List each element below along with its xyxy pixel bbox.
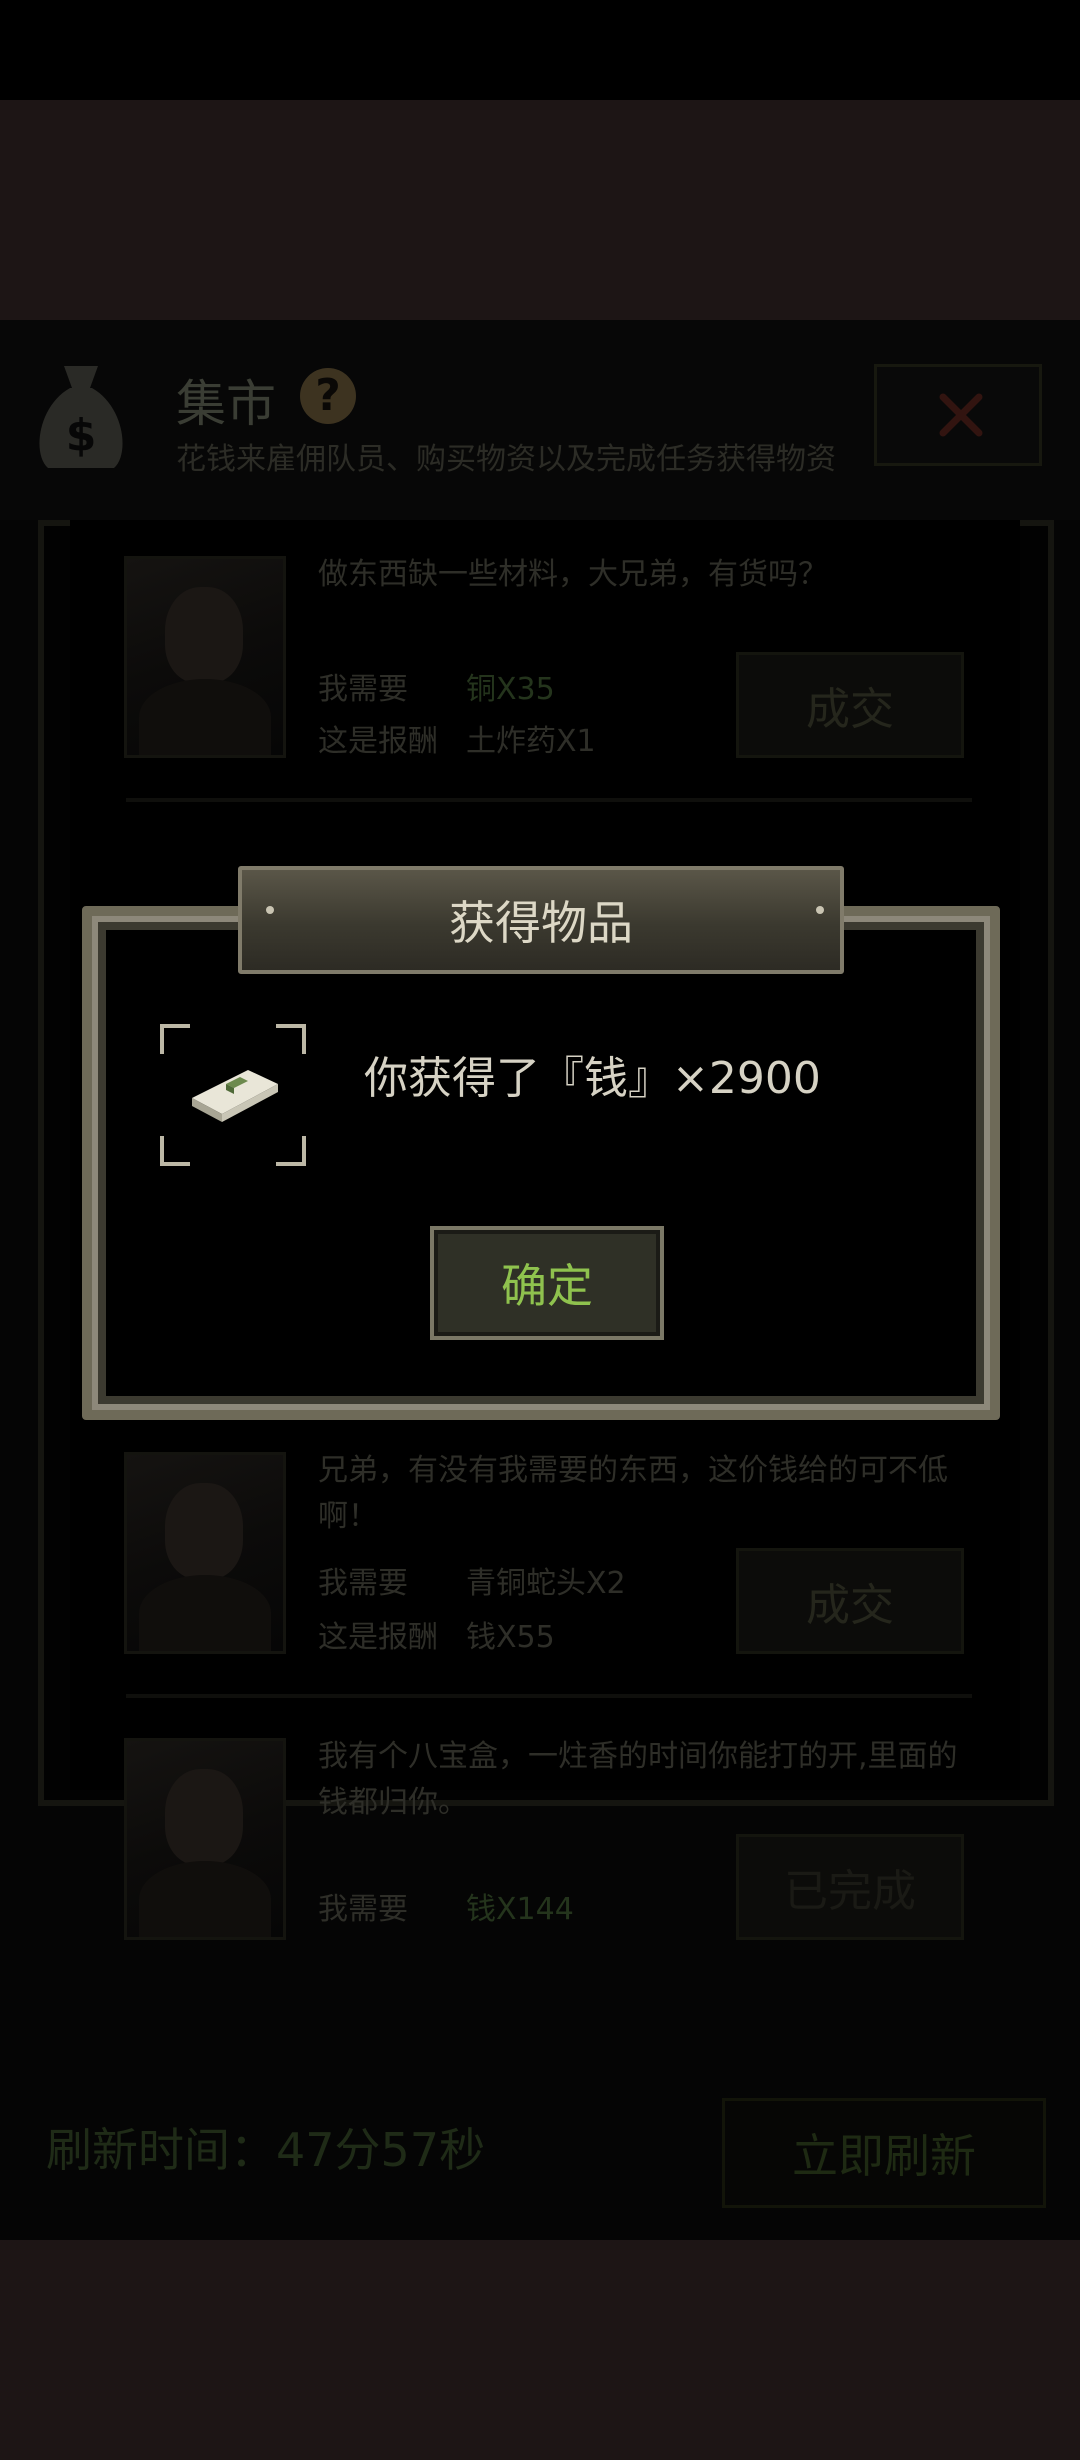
quest-description: 兄弟，有没有我需要的东西，这价钱给的可不低啊！ bbox=[318, 1453, 948, 1534]
confirm-button[interactable]: 确定 bbox=[430, 1226, 664, 1340]
need-label: 我需要 bbox=[318, 672, 408, 707]
bottom-letterbox bbox=[0, 2240, 1080, 2460]
need-value: 青铜蛇头X2 bbox=[466, 1566, 626, 1601]
reward-value: 土炸药X1 bbox=[466, 724, 596, 759]
quest-row: 兄弟，有没有我需要的东西，这价钱给的可不低啊！ 我需要 青铜蛇头X2 这是报酬 … bbox=[120, 1448, 976, 1658]
need-label: 我需要 bbox=[318, 1892, 408, 1927]
need-value: 铜X35 bbox=[466, 672, 555, 707]
reward-value: 钱X55 bbox=[466, 1620, 555, 1655]
close-icon bbox=[939, 393, 983, 437]
divider bbox=[126, 1694, 972, 1698]
completed-button: 已完成 bbox=[736, 1834, 964, 1940]
market-title: 集市 bbox=[176, 375, 276, 433]
reward-message: 你获得了『钱』×2900 bbox=[364, 1053, 821, 1104]
refresh-now-button[interactable]: 立即刷新 bbox=[722, 2098, 1046, 2208]
money-bag-icon: $ bbox=[39, 366, 123, 468]
need-value: 钱X144 bbox=[466, 1892, 574, 1927]
deal-button[interactable]: 成交 bbox=[736, 1548, 964, 1654]
quest-row: 我有个八宝盒，一炷香的时间你能打的开,里面的钱都归你。 我需要 钱X144 已完… bbox=[120, 1734, 976, 1944]
market-subtitle: 花钱来雇佣队员、购买物资以及完成任务获得物资 bbox=[176, 442, 836, 477]
npc-portrait bbox=[124, 1452, 286, 1654]
dialog-title: 获得物品 bbox=[238, 866, 844, 974]
close-button[interactable] bbox=[874, 364, 1042, 466]
svg-text:$: $ bbox=[66, 410, 97, 461]
reward-label: 这是报酬 bbox=[318, 724, 438, 759]
quest-description: 我有个八宝盒，一炷香的时间你能打的开,里面的钱都归你。 bbox=[318, 1739, 958, 1820]
quest-description: 做东西缺一些材料，大兄弟，有货吗？ bbox=[318, 557, 828, 592]
npc-portrait bbox=[124, 1738, 286, 1940]
deal-button[interactable]: 成交 bbox=[736, 652, 964, 758]
quest-row: 做东西缺一些材料，大兄弟，有货吗？ 我需要 铜X35 这是报酬 土炸药X1 成交 bbox=[120, 552, 976, 762]
npc-portrait bbox=[124, 556, 286, 758]
help-icon[interactable]: ? bbox=[300, 368, 356, 424]
dialog-title-text: 获得物品 bbox=[449, 896, 633, 950]
money-stack-icon bbox=[192, 1070, 278, 1122]
item-slot bbox=[160, 1024, 306, 1166]
top-letterbox bbox=[0, 100, 1080, 320]
divider bbox=[126, 798, 972, 802]
reward-label: 这是报酬 bbox=[318, 1620, 438, 1655]
market-header: $ 集市 ? 花钱来雇佣队员、购买物资以及完成任务获得物资 bbox=[0, 320, 1080, 520]
status-bar bbox=[0, 0, 1080, 100]
need-label: 我需要 bbox=[318, 1566, 408, 1601]
refresh-time: 刷新时间：47分57秒 bbox=[46, 2123, 486, 2177]
